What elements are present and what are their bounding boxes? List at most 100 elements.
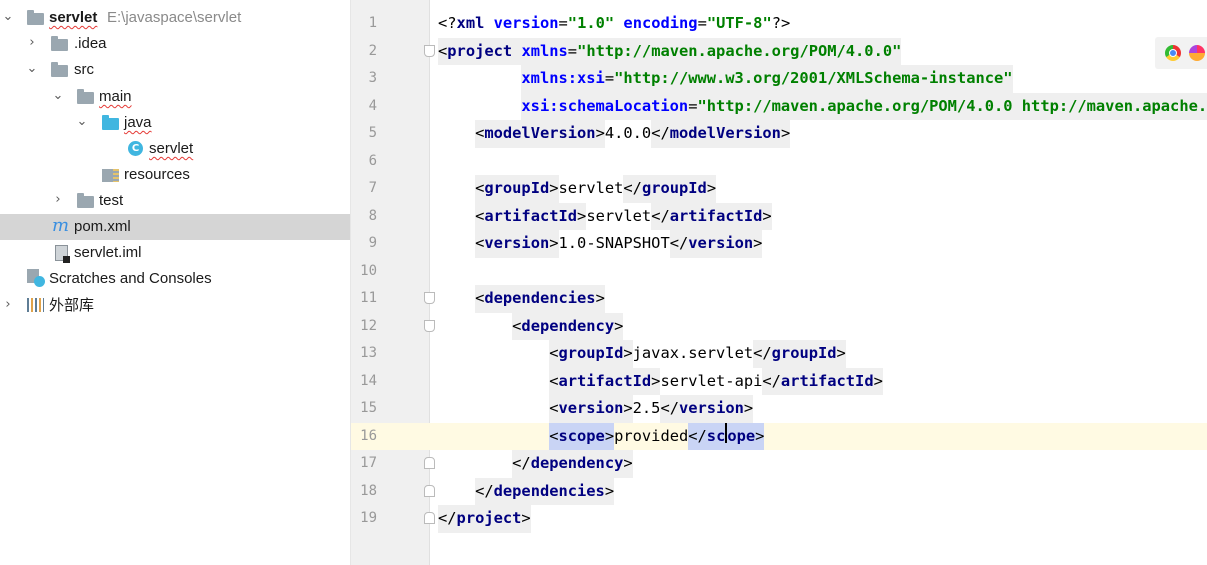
code-line[interactable]: 2 <project xmlns="http://maven.apache.org… xyxy=(351,37,1207,65)
tree-label-scratches: Scratches and Consoles xyxy=(49,270,212,287)
line-number: 19 xyxy=(360,510,377,526)
tree-row-test[interactable]: › test xyxy=(0,188,350,214)
code-editor[interactable]: 1 <?xml version="1.0" encoding="UTF-8"?> 2… xyxy=(351,0,1207,565)
code-text: <artifactId>servlet</artifactId> xyxy=(438,202,772,230)
code-text: <project xmlns="http://maven.apache.org/… xyxy=(438,37,902,65)
line-number: 13 xyxy=(360,345,377,361)
code-text: <groupId>javax.servlet</groupId> xyxy=(438,340,846,368)
xml-tag: <project xmlns="http://maven.apache.org/… xyxy=(438,37,902,65)
xml-tag: </version> xyxy=(660,395,754,423)
chrome-icon[interactable] xyxy=(1165,45,1181,61)
class-icon: C xyxy=(128,141,145,156)
tree-row-external-libraries[interactable]: › 外部库 xyxy=(0,293,350,319)
code-text: <dependencies> xyxy=(438,285,605,313)
tree-row-idea[interactable]: › .idea xyxy=(0,31,350,57)
fold-end-icon[interactable] xyxy=(424,457,435,469)
line-number: 6 xyxy=(368,152,377,169)
folder-icon xyxy=(77,193,94,208)
code-line[interactable]: 16 <scope>provided</sc ope> xyxy=(351,422,1207,450)
xml-tag: <artifactId> xyxy=(549,367,661,395)
code-text: xsi:schemaLocation="http://maven.apache.… xyxy=(438,92,1207,120)
tree-row-servlet-module[interactable]: ⌄ servlet E:\javaspace\servlet xyxy=(0,5,350,31)
xml-tag: </artifactId> xyxy=(651,202,772,230)
line-number: 12 xyxy=(360,317,377,334)
tree-label-main: main xyxy=(99,88,132,105)
chevron-right-icon[interactable]: › xyxy=(1,298,15,312)
code-line[interactable]: 13 <groupId>javax.servlet</groupId> xyxy=(351,340,1207,368)
xml-tag: <scope> xyxy=(549,422,615,450)
code-line[interactable]: 11 <dependencies> xyxy=(351,285,1207,313)
code-line[interactable]: 1 <?xml version="1.0" encoding="UTF-8"?> xyxy=(351,10,1207,38)
chevron-right-icon[interactable]: › xyxy=(51,193,65,207)
code-text: <?xml version="1.0" encoding="UTF-8"?> xyxy=(438,10,790,38)
code-line[interactable]: 6 xyxy=(351,148,1207,176)
chevron-down-icon[interactable]: ⌄ xyxy=(51,89,65,103)
xml-tag: </dependencies> xyxy=(475,477,615,505)
xml-tag: </artifactId> xyxy=(762,367,883,395)
code-line[interactable]: 8 <artifactId>servlet</artifactId> xyxy=(351,202,1207,230)
fold-end-icon[interactable] xyxy=(424,484,435,497)
code-line[interactable]: 4 xsi:schemaLocation="http://maven.apach… xyxy=(351,92,1207,120)
line-number: 16 xyxy=(351,422,377,450)
line-number: 7 xyxy=(368,180,377,196)
code-text: <dependency> xyxy=(438,312,624,340)
chevron-down-icon[interactable]: ⌄ xyxy=(25,62,39,76)
firefox-icon[interactable] xyxy=(1189,45,1205,61)
xml-tag: </groupId> xyxy=(753,340,846,368)
tree-row-pom-xml[interactable]: m pom.xml xyxy=(0,214,350,240)
tree-row-src[interactable]: ⌄ src xyxy=(0,57,350,83)
code-text: <version>2.5</version> xyxy=(438,395,754,423)
fold-end-icon[interactable] xyxy=(424,512,435,524)
line-number: 5 xyxy=(368,125,377,141)
folder-icon xyxy=(51,36,68,51)
code-line[interactable]: 19 </project> xyxy=(351,505,1207,533)
line-number: 14 xyxy=(360,372,377,389)
chevron-right-icon[interactable]: › xyxy=(25,36,39,50)
tree-row-main[interactable]: ⌄ main xyxy=(0,84,350,110)
tree-label-servlet-class: servlet xyxy=(149,140,194,157)
xml-tag: <artifactId> xyxy=(475,202,587,230)
code-line[interactable]: 9 <version>1.0-SNAPSHOT</version> xyxy=(351,230,1207,258)
line-number: 8 xyxy=(368,207,377,224)
line-number: 1 xyxy=(368,15,377,31)
fold-collapse-icon[interactable] xyxy=(424,319,435,332)
tree-module-path: E:\javaspace\servlet xyxy=(107,9,242,26)
maven-file-icon: m xyxy=(52,215,70,236)
xml-tag: <groupId> xyxy=(475,175,559,203)
code-line[interactable]: 18 </dependencies> xyxy=(351,477,1207,505)
code-line[interactable]: 12 <dependency> xyxy=(351,312,1207,340)
code-line[interactable]: 15 <version>2.5</version> xyxy=(351,395,1207,423)
code-line[interactable]: 10 xyxy=(351,258,1207,286)
tree-row-java[interactable]: ⌄ java xyxy=(0,110,350,136)
tree-row-servlet-class[interactable]: C servlet xyxy=(0,136,350,162)
tree-label-external-libraries: 外部库 xyxy=(49,297,95,314)
folder-icon xyxy=(77,89,94,104)
fold-collapse-icon[interactable] xyxy=(424,44,435,57)
code-line[interactable]: 14 <artifactId>servlet-api</artifactId> xyxy=(351,367,1207,395)
code-text: </project> xyxy=(438,505,531,533)
code-line[interactable]: 5 <modelVersion>4.0.0</modelVersion> xyxy=(351,120,1207,148)
xml-tag: <?xml version="1.0" encoding="UTF-8"?> xyxy=(438,14,791,32)
tree-row-servlet-iml[interactable]: servlet.iml xyxy=(0,240,350,266)
text-caret: ope xyxy=(725,422,755,445)
chevron-down-icon[interactable]: ⌄ xyxy=(1,10,15,24)
code-line[interactable]: 7 <groupId>servlet</groupId> xyxy=(351,175,1207,203)
code-line[interactable]: 17 </dependency> xyxy=(351,450,1207,478)
tree-label-src: src xyxy=(74,61,94,78)
tree-row-scratches[interactable]: Scratches and Consoles xyxy=(0,266,350,292)
folder-icon xyxy=(51,62,68,77)
code-text: <version>1.0-SNAPSHOT</version> xyxy=(438,230,763,258)
xml-tag: <groupId> xyxy=(549,340,633,368)
line-number: 15 xyxy=(360,400,377,416)
chevron-down-icon[interactable]: ⌄ xyxy=(75,115,89,129)
xml-tag: </version> xyxy=(669,230,763,258)
code-line[interactable]: 3 xmlns:xsi="http://www.w3.org/2001/XMLS… xyxy=(351,65,1207,93)
project-tree-panel: ⌄ servlet E:\javaspace\servlet › .idea ⌄… xyxy=(0,0,351,565)
tree-row-resources[interactable]: resources xyxy=(0,162,350,188)
xml-tag: <modelVersion> xyxy=(475,120,605,148)
fold-collapse-icon[interactable] xyxy=(424,292,435,304)
scratches-icon xyxy=(27,269,45,287)
tree-label-java: java xyxy=(124,114,152,131)
resources-folder-icon xyxy=(102,167,119,182)
xml-tag: </sc ope> xyxy=(688,422,765,450)
